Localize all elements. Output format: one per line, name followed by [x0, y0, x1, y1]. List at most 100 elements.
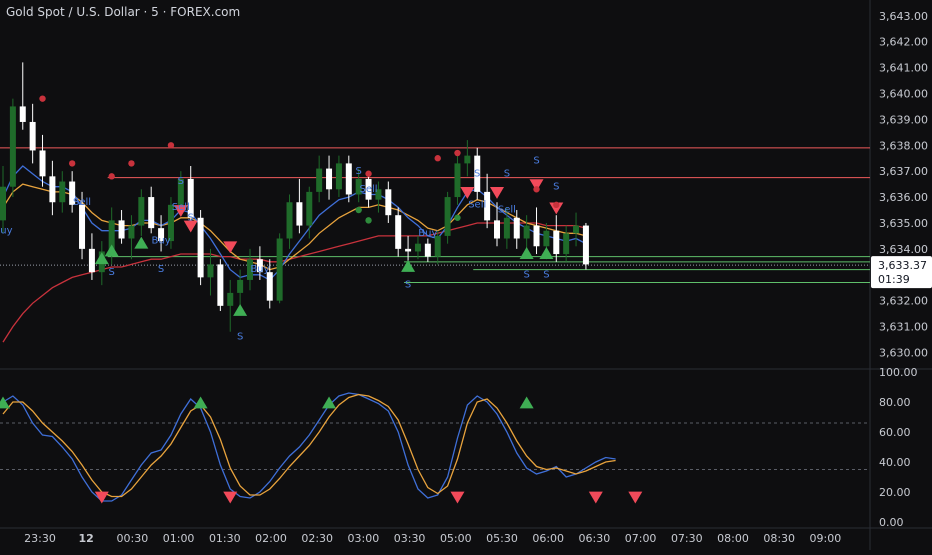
green-signal-dot: [365, 217, 372, 224]
oscillator-tick-label: 100.00: [879, 366, 918, 379]
time-tick-label: 05:30: [486, 532, 518, 545]
sell-signal-triangle: [490, 186, 504, 199]
price-tick-label: 3,639.00: [879, 113, 928, 126]
chart-canvas[interactable]: 3,643.00 3,642.00 3,641.00 3,640.00 3,639.00…: [0, 0, 932, 550]
candle-body: [207, 264, 214, 278]
signal-text-label: S: [553, 181, 559, 192]
time-tick-label: 02:30: [301, 532, 333, 545]
price-tick-label: 3,638.00: [879, 139, 928, 152]
candle-body: [326, 168, 333, 190]
signal-text-label: Sell: [73, 197, 91, 208]
candle-body: [464, 155, 471, 164]
oscillator-buy-triangle: [519, 396, 534, 409]
candle-body: [296, 202, 303, 226]
red-signal-dot: [553, 201, 560, 209]
signal-text-label: Buy: [152, 236, 171, 247]
candle-body: [523, 225, 530, 239]
time-tick-label: 07:30: [671, 532, 703, 545]
time-tick-label: 06:00: [532, 532, 564, 545]
candle-body: [276, 238, 283, 301]
candle-body: [197, 217, 204, 278]
candle-body: [494, 220, 500, 239]
candle-body: [88, 248, 95, 273]
time-tick-label: 08:30: [763, 532, 795, 545]
candle-body: [563, 233, 570, 255]
candle-body: [0, 186, 6, 221]
oscillator-tick-label: 40.00: [879, 456, 911, 469]
chart-area[interactable]: 3,643.00 3,642.00 3,641.00 3,640.00 3,639.00…: [0, 0, 932, 550]
signal-text-label: S: [178, 176, 184, 187]
candle-body: [533, 225, 540, 247]
red-signal-dot: [108, 173, 115, 180]
candle-body: [582, 225, 589, 265]
time-tick-label: 03:30: [394, 532, 426, 545]
countdown-label: 01:39: [878, 273, 910, 286]
candle-body: [118, 220, 125, 239]
oscillator-buy-triangle: [193, 396, 208, 409]
signal-text-label: Sell: [468, 199, 486, 210]
buy-signal-triangle: [104, 244, 119, 257]
current-price-label: 3,633.37: [878, 259, 927, 272]
candle-body: [573, 225, 580, 234]
candle-body: [266, 272, 273, 301]
signal-text-label: Buy: [0, 225, 13, 236]
candle-body: [79, 204, 86, 249]
candle-body: [543, 230, 550, 247]
price-tick-label: 3,632.00: [879, 295, 928, 308]
price-tick-label: 3,641.00: [879, 62, 928, 75]
signal-text-label: Sell: [360, 184, 378, 195]
signal-text-label: S: [543, 269, 549, 280]
red-signal-dot: [454, 149, 461, 157]
signal-text-label: Buy: [250, 264, 269, 275]
red-signal-dot: [39, 95, 46, 102]
signal-text-label: S: [188, 212, 194, 223]
candle-body: [454, 163, 461, 198]
candle-body: [395, 215, 402, 249]
candle-body: [405, 248, 412, 252]
price-tick-label: 3,637.00: [879, 165, 928, 178]
price-tick-label: 3,631.00: [879, 321, 928, 334]
green-signal-dot: [454, 214, 461, 221]
candle-body: [553, 230, 560, 255]
oscillator-buy-triangle: [322, 396, 337, 409]
candle-body: [434, 235, 441, 257]
candle-body: [237, 279, 244, 293]
candle-body: [286, 202, 293, 239]
candle-body: [335, 163, 342, 190]
buy-signal-triangle: [134, 236, 149, 249]
candle-body: [444, 197, 451, 236]
time-tick-label: 02:00: [255, 532, 287, 545]
price-tick-label: 3,635.00: [879, 217, 928, 230]
signal-text-label: Sell: [498, 205, 516, 216]
candle-body: [217, 264, 224, 306]
time-tick-label: 05:00: [440, 532, 472, 545]
time-tick-label: 03:00: [348, 532, 380, 545]
candle-body: [128, 225, 135, 239]
time-tick-label: 00:30: [117, 532, 149, 545]
candle-body: [513, 217, 520, 239]
time-tick-label: 06:30: [579, 532, 611, 545]
oscillator-sell-triangle: [223, 491, 238, 504]
candle-body: [19, 106, 26, 122]
candle-body: [385, 189, 392, 216]
red-signal-dot: [68, 160, 76, 167]
time-tick-label: 07:00: [625, 532, 657, 545]
oscillator-sell-triangle: [94, 491, 109, 504]
signal-text-label: S: [356, 166, 362, 177]
candle-body: [316, 168, 323, 192]
oscillator-sell-triangle: [450, 491, 465, 504]
oscillator-sell-triangle: [628, 491, 643, 504]
red-signal-dot: [533, 186, 540, 193]
signal-text-label: Buy: [418, 228, 437, 239]
signal-text-label: S: [533, 155, 539, 166]
candle-body: [138, 197, 145, 226]
time-tick-label: 08:00: [717, 532, 749, 545]
price-tick-label: 3,640.00: [879, 87, 928, 100]
price-tick-label: 3,630.00: [879, 346, 928, 359]
time-tick-label: 09:00: [810, 532, 842, 545]
red-signal-dot: [167, 142, 175, 149]
signal-text-label: Sell: [172, 202, 190, 213]
oscillator-tick-label: 20.00: [879, 486, 911, 499]
time-tick-label: 23:30: [24, 532, 56, 545]
green-signal-dot: [355, 206, 362, 214]
